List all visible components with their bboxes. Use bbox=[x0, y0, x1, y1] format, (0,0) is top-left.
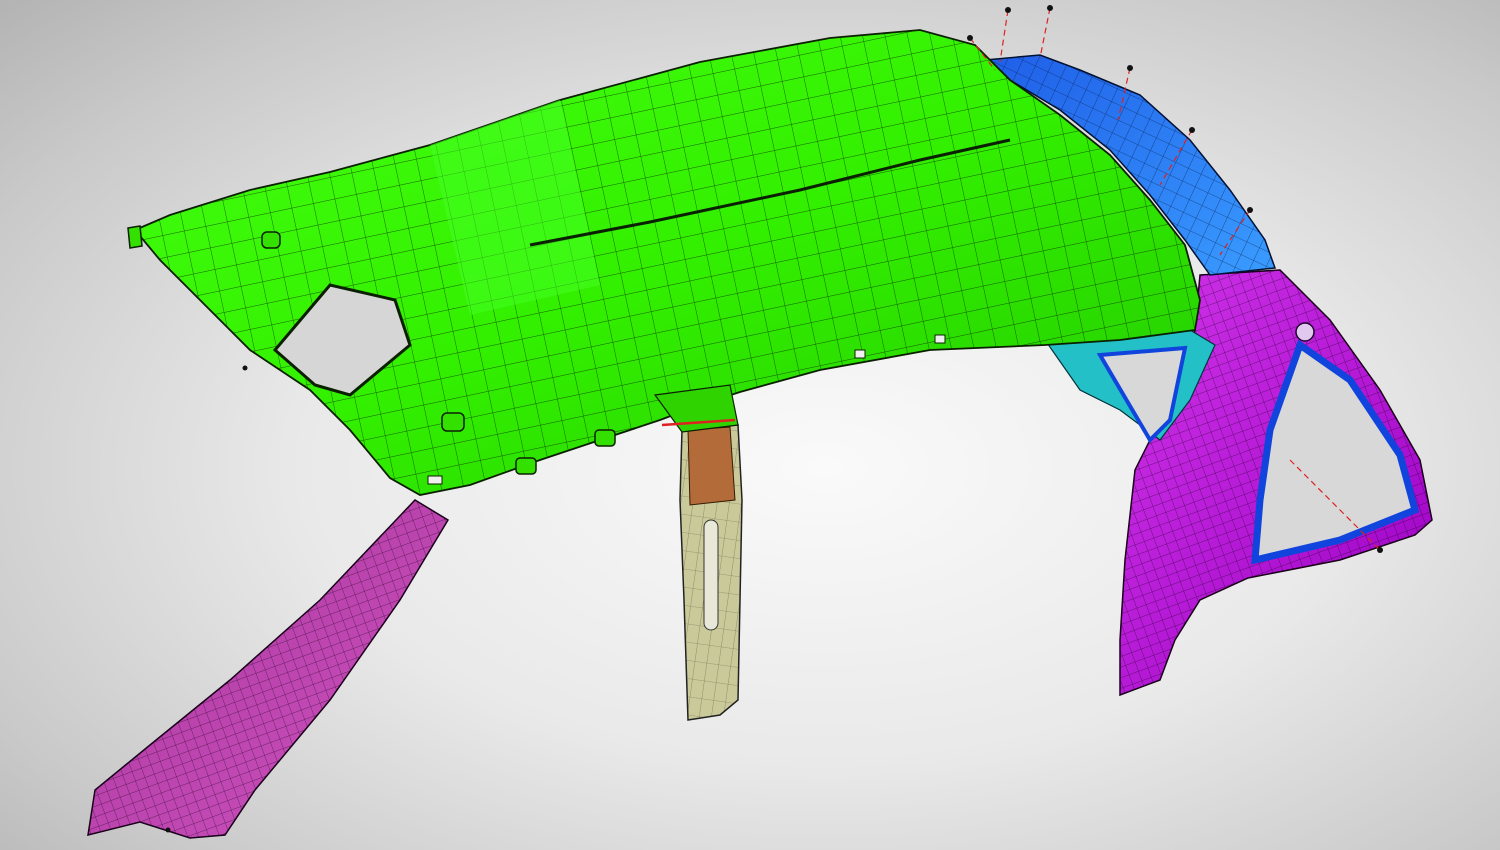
mount-pad bbox=[594, 429, 616, 447]
clip-slot bbox=[934, 334, 946, 344]
b-pillar-trim[interactable] bbox=[679, 424, 743, 721]
mount-pad bbox=[261, 231, 281, 249]
front-bracket bbox=[127, 225, 143, 249]
mount-pad bbox=[515, 457, 537, 475]
clip-slot bbox=[427, 475, 443, 485]
cad-model bbox=[87, 5, 1433, 839]
grab-handle-mount bbox=[1295, 322, 1315, 342]
headliner[interactable] bbox=[127, 29, 1201, 496]
mount-pad bbox=[441, 412, 465, 432]
a-pillar-trim[interactable] bbox=[87, 499, 450, 839]
cad-viewport[interactable] bbox=[0, 0, 1500, 850]
clip-slot bbox=[854, 349, 866, 359]
b-pillar-slot bbox=[703, 519, 719, 631]
